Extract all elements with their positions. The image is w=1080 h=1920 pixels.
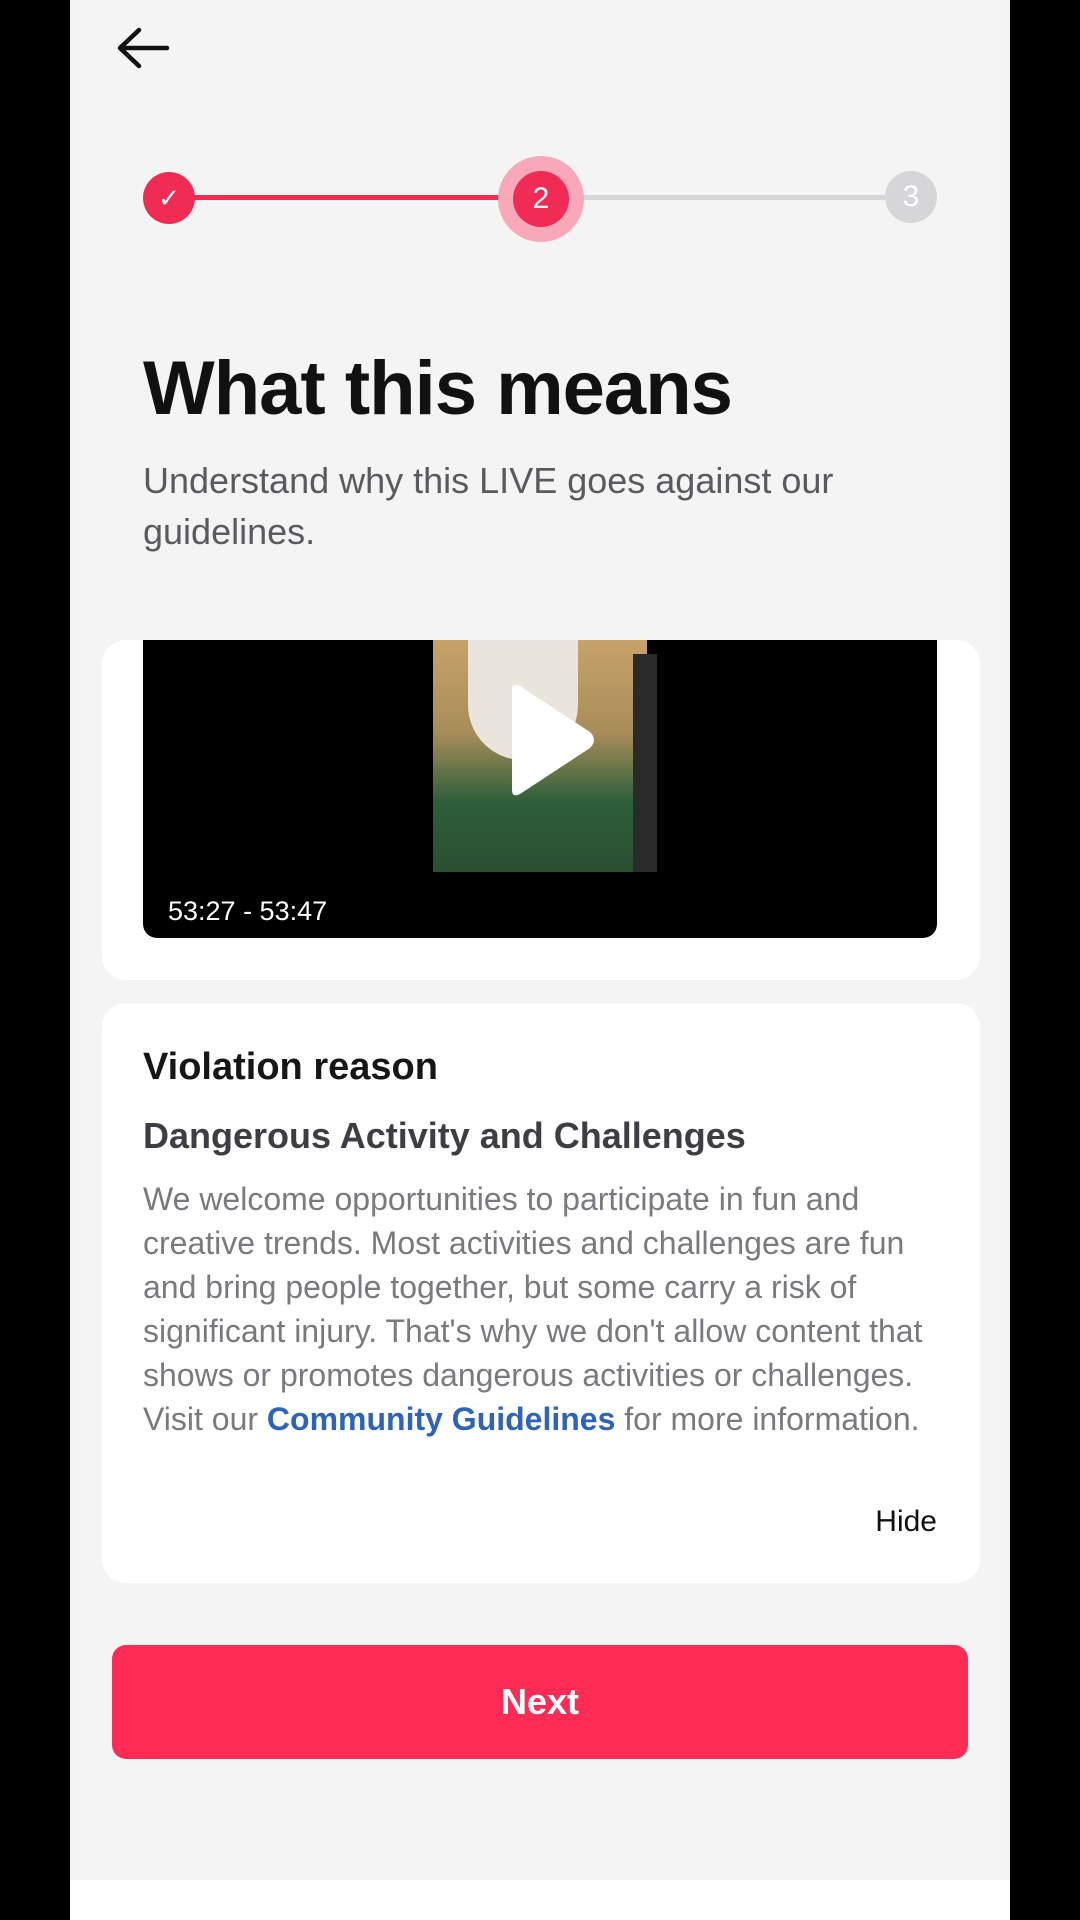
step-3-upcoming: 3 (885, 171, 937, 223)
violation-reason-name: Dangerous Activity and Challenges (143, 1115, 746, 1156)
stepper-line-remaining (540, 195, 910, 200)
video-thumbnail-edge (633, 654, 657, 872)
hide-button[interactable]: Hide (875, 1505, 937, 1539)
progress-stepper: ✓ 2 3 (70, 0, 1010, 260)
violation-reason-description: We welcome opportunities to participate … (143, 1177, 933, 1441)
step-1-completed: ✓ (143, 172, 195, 224)
page-title: What this means (143, 346, 733, 431)
violation-body-suffix: for more information. (624, 1401, 920, 1437)
play-icon[interactable] (498, 680, 598, 800)
step-2-current: 2 (513, 171, 569, 227)
page-subtitle: Understand why this LIVE goes against ou… (143, 460, 834, 552)
step-2-number: 2 (532, 182, 550, 215)
next-button[interactable]: Next (112, 1645, 968, 1759)
stepper-line-completed (185, 195, 530, 200)
community-guidelines-link[interactable]: Community Guidelines (267, 1401, 615, 1437)
violation-body-text: We welcome opportunities to participate … (143, 1181, 923, 1437)
step-3-number: 3 (902, 180, 920, 213)
video-player[interactable]: 53:27 - 53:47 (143, 640, 937, 938)
violation-reason-heading: Violation reason (143, 1046, 438, 1088)
video-timecode: 53:27 - 53:47 (168, 896, 328, 926)
bottom-safe-area (70, 1880, 1010, 1920)
check-icon: ✓ (158, 182, 180, 213)
screen: ✓ 2 3 What this means Understand why thi… (70, 0, 1010, 1880)
